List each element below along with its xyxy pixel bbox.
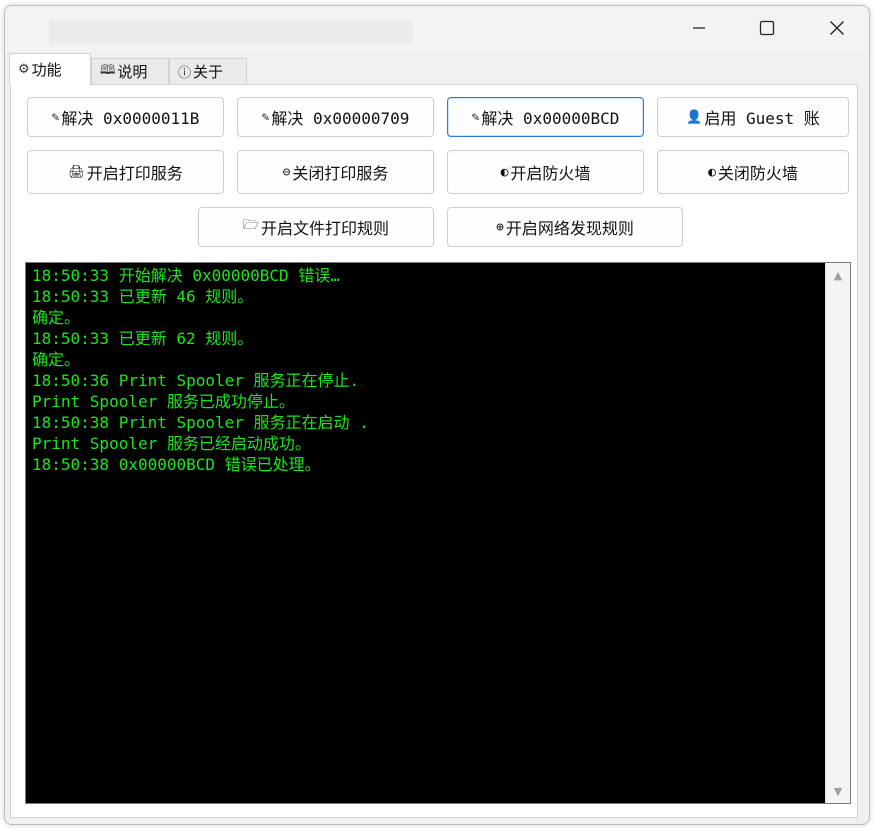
tab-about[interactable]: ⓘ 关于 [169,58,247,84]
tab-instructions[interactable]: 🕮 说明 [91,58,169,84]
button-label: 解决 0x0000011B [61,109,200,128]
fix-0x00000bcd-button[interactable]: ✎ 解决 0x00000BCD [447,97,644,137]
button-label: 解决 0x00000BCD [481,109,620,128]
button-label: 关闭打印服务 [292,164,389,183]
log-line: Print Spooler 服务已成功停止。 [32,392,295,411]
log-line: 18:50:38 0x00000BCD 错误已处理。 [32,455,321,474]
button-label: 解决 0x00000709 [271,109,410,128]
scroll-up-icon[interactable]: ▲ [826,265,850,285]
disable-firewall-button[interactable]: ◐ 关闭防火墙 [657,150,849,194]
wrench-icon: ✎ [471,109,480,125]
button-label: 启用 Guest 账 [704,109,820,128]
button-label: 开启文件打印规则 [261,219,390,238]
minimize-icon [692,21,706,35]
enable-file-print-rules-button[interactable]: 🗁 开启文件打印规则 [198,207,434,247]
log-line: 确定。 [32,350,81,369]
enable-firewall-button[interactable]: ◐ 开启防火墙 [447,150,644,194]
stop-print-service-button[interactable]: ⊖ 关闭打印服务 [237,150,434,194]
globe-icon: ⊕ [496,219,504,235]
user-icon: 👤 [686,109,703,125]
button-label: 关闭防火墙 [717,164,798,183]
book-icon: 🕮 [100,62,116,78]
maximize-button[interactable] [733,6,801,50]
log-line: 18:50:33 已更新 46 规则。 [32,287,254,306]
log-line: 18:50:38 Print Spooler 服务正在启动 . [32,413,369,432]
title-bar[interactable] [5,6,869,52]
tab-label: 说明 [117,63,148,81]
stop-icon: ⊖ [282,164,291,180]
log-line: Print Spooler 服务已经启动成功。 [32,434,311,453]
app-window: ⚙ 功能 🕮 说明 ⓘ 关于 ✎ 解决 0x0000011B ✎ 解决 0x00… [4,5,870,825]
log-output: 18:50:33 开始解决 0x00000BCD 错误… 18:50:33 已更新… [32,265,820,803]
start-print-service-button[interactable]: 🖨 开启打印服务 [27,150,224,194]
tab-label: 关于 [193,63,224,81]
shield-icon: ◐ [500,164,509,180]
button-label: 开启防火墙 [510,164,591,183]
close-button[interactable] [803,6,869,50]
log-console[interactable]: 18:50:33 开始解决 0x00000BCD 错误… 18:50:33 已更新… [25,262,851,804]
log-line: 确定。 [32,308,81,327]
shield-icon: ◐ [708,164,716,180]
enable-guest-account-button[interactable]: 👤 启用 Guest 账 [657,97,849,137]
tab-strip: ⚙ 功能 🕮 说明 ⓘ 关于 [5,52,869,85]
fix-0x0000011b-button[interactable]: ✎ 解决 0x0000011B [27,97,224,137]
maximize-icon [759,20,775,36]
log-line: 18:50:33 开始解决 0x00000BCD 错误… [32,266,340,285]
tab-label: 功能 [31,61,62,79]
minimize-button[interactable] [665,6,733,50]
window-title-redacted [49,20,413,44]
log-line: 18:50:36 Print Spooler 服务正在停止. [32,371,360,390]
log-line: 18:50:33 已更新 62 规则。 [32,329,254,348]
button-label: 开启网络发现规则 [505,219,634,238]
fix-0x00000709-button[interactable]: ✎ 解决 0x00000709 [237,97,434,137]
gear-icon: ⚙ [18,62,30,77]
scroll-down-icon[interactable]: ▼ [826,781,850,801]
button-label: 开启打印服务 [86,164,183,183]
console-scrollbar[interactable]: ▲ ▼ [825,263,850,803]
enable-network-discovery-rules-button[interactable]: ⊕ 开启网络发现规则 [447,207,683,247]
info-icon: ⓘ [178,66,192,81]
folder-icon: 🗁 [242,218,260,233]
printer-icon: 🖨 [68,164,85,180]
wrench-icon: ✎ [51,109,60,125]
wrench-icon: ✎ [261,109,270,125]
tab-functions[interactable]: ⚙ 功能 [9,53,91,85]
close-icon [829,20,845,36]
